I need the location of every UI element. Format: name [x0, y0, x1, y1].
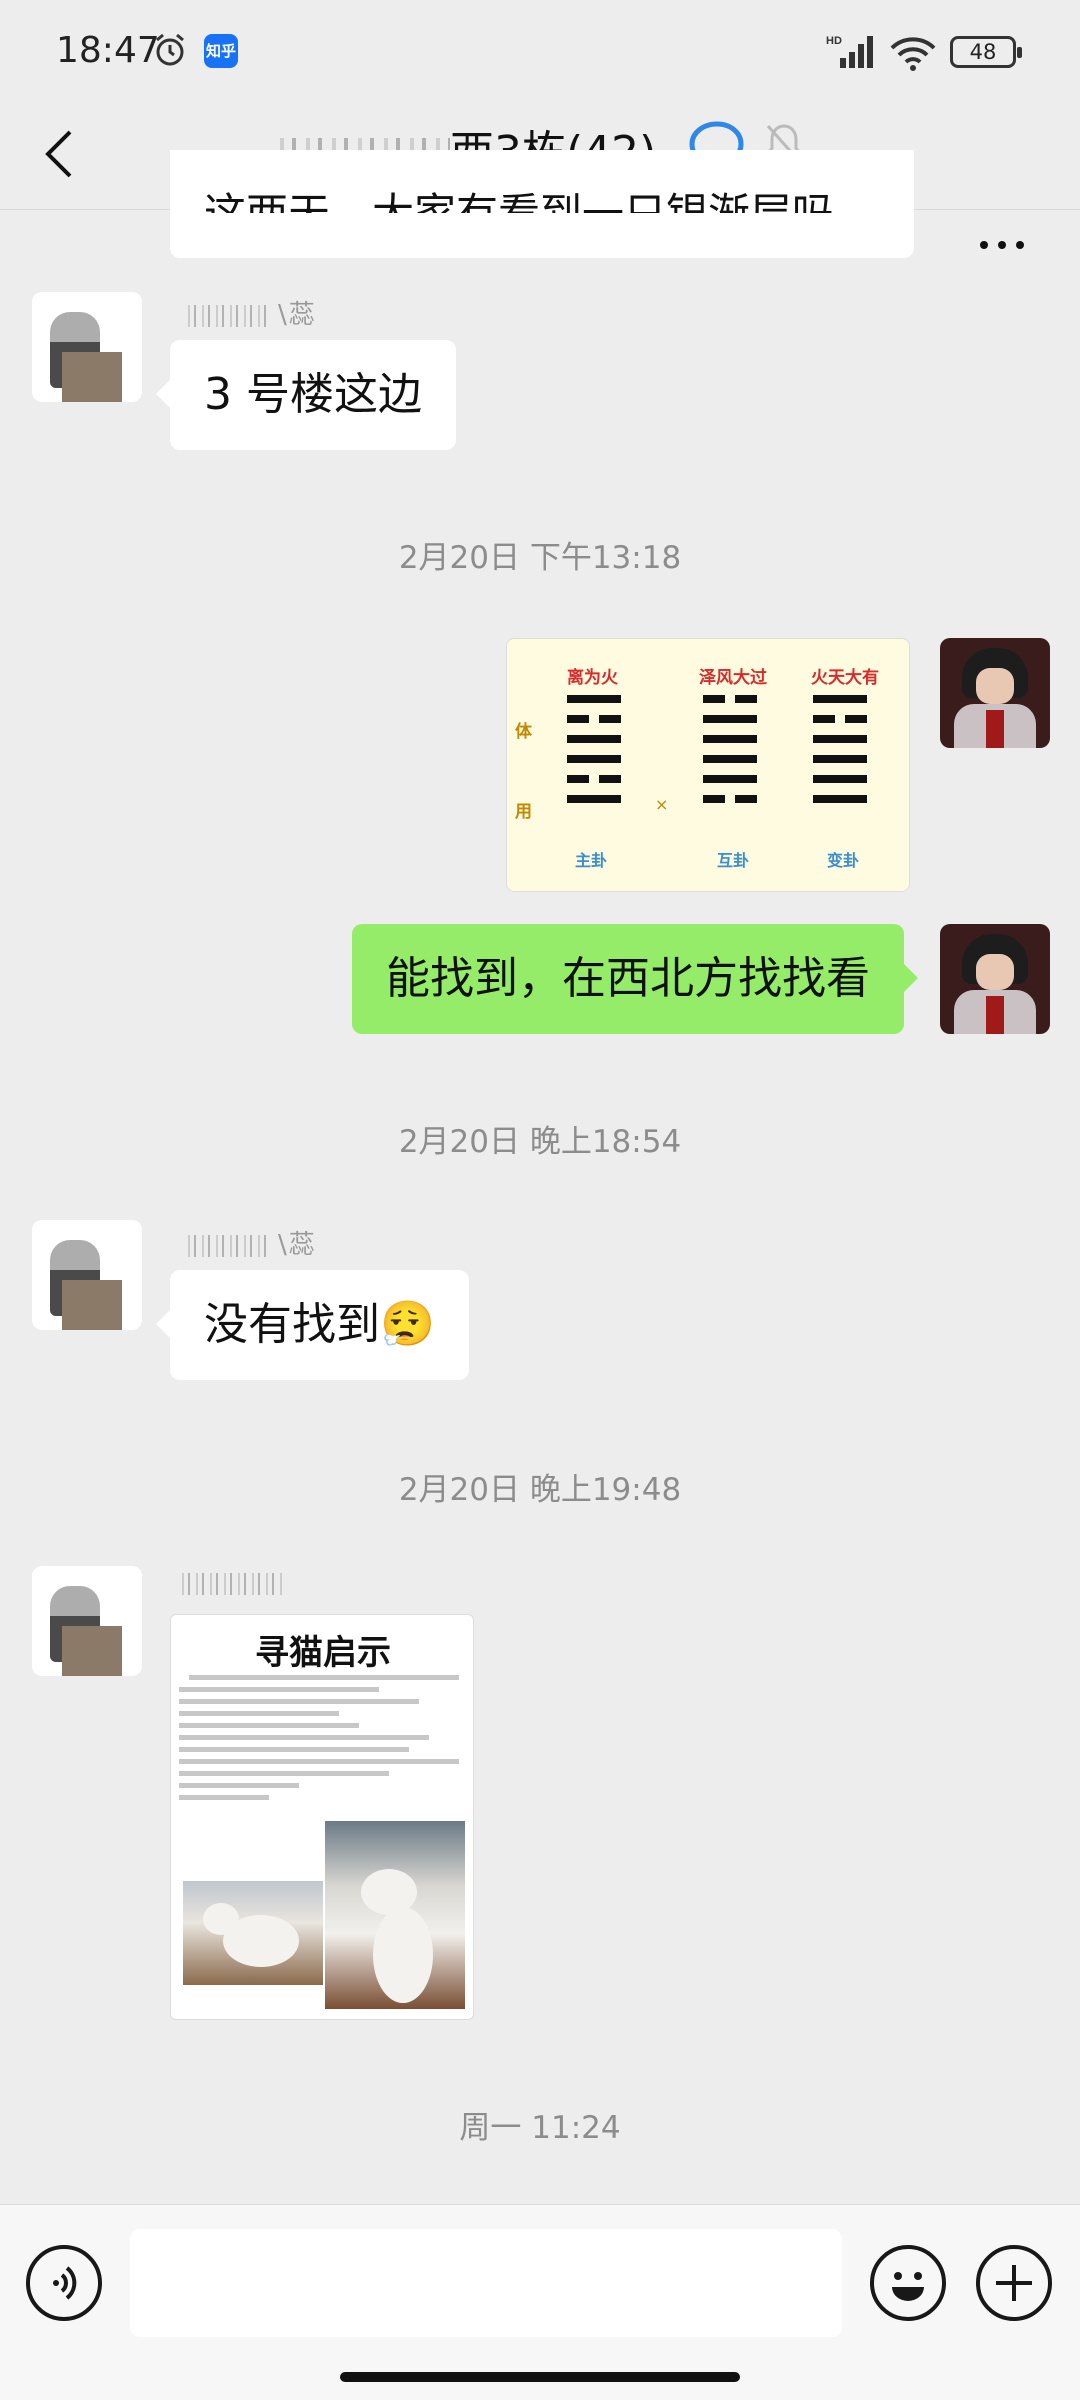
- battery-icon: 48: [950, 36, 1022, 68]
- avatar[interactable]: [940, 638, 1050, 748]
- status-time: 18:47: [56, 30, 160, 71]
- hexagram-side-label: 体: [515, 722, 532, 742]
- sender-nickname: \蕊: [182, 1224, 317, 1261]
- message-input[interactable]: [130, 2229, 842, 2337]
- poster-text-line: [179, 1795, 269, 1800]
- battery-level: 48: [969, 40, 997, 64]
- more-icon: [980, 241, 1024, 249]
- avatar[interactable]: [32, 292, 142, 402]
- voice-input-button[interactable]: [26, 2245, 102, 2321]
- poster-text-line: [189, 1675, 459, 1680]
- message-bubble[interactable]: 没有找到😮‍💨: [156, 1270, 469, 1380]
- hexagram-line: [813, 795, 867, 803]
- message-text: 3 号楼这边: [204, 369, 422, 420]
- hexagram-line: [703, 695, 757, 703]
- hexagram-line: [567, 775, 621, 783]
- hexagram-line: [813, 775, 867, 783]
- cellular-signal-icon: HD: [826, 35, 873, 68]
- voice-icon: [53, 2266, 77, 2300]
- message-text: 没有找到: [204, 1299, 380, 1350]
- plus-icon: [996, 2265, 1032, 2301]
- hexagram-bottom-label: 变卦: [827, 851, 860, 870]
- message-bubble-sent[interactable]: 能找到，在西北方找找看: [352, 924, 918, 1034]
- timestamp: 2月20日 下午13:18: [398, 540, 682, 576]
- timestamp: 周一 11:24: [459, 2110, 621, 2146]
- hexagram-line: [813, 715, 867, 723]
- avatar[interactable]: [940, 924, 1050, 1034]
- hexagram-line: [567, 715, 621, 723]
- hexagram-line: [703, 795, 757, 803]
- chevron-left-icon[interactable]: [40, 122, 80, 186]
- message-text: 能找到，在西北方找找看: [386, 953, 870, 1004]
- avatar[interactable]: [32, 1220, 142, 1330]
- hexagram-line: [813, 735, 867, 743]
- hexagram-line: [813, 755, 867, 763]
- smiley-icon: [892, 2272, 924, 2301]
- hexagram-line: [567, 735, 621, 743]
- hexagram-line: [703, 755, 757, 763]
- more-options-button[interactable]: [976, 230, 1028, 260]
- wifi-icon: [890, 37, 936, 71]
- emoji-button[interactable]: [870, 2245, 946, 2321]
- lost-cat-poster-image[interactable]: 寻猫启示: [170, 1614, 474, 2020]
- hexagram-bottom-label: 主卦: [575, 851, 608, 870]
- cat-photo: [183, 1881, 323, 1985]
- alarm-icon: [156, 33, 184, 66]
- hexagram-image[interactable]: 离为火 泽风大过 火天大有 体 用 × 主卦 互卦 变卦: [506, 638, 910, 892]
- hexagram-line: [567, 795, 621, 803]
- poster-text-line: [179, 1699, 419, 1704]
- hexagram-label: 泽风大过: [699, 668, 767, 688]
- hexagram-label: 离为火: [567, 668, 618, 688]
- hexagram-side-label: 用: [515, 802, 532, 822]
- sender-nickname: \蕊: [182, 294, 317, 331]
- sigh-emoji-icon: 😮‍💨: [380, 1299, 435, 1350]
- hexagram-label: 火天大有: [811, 668, 879, 688]
- hexagram-line: [703, 735, 757, 743]
- hexagram-bottom-label: 互卦: [717, 851, 750, 870]
- poster-text-line: [179, 1735, 429, 1740]
- poster-text-line: [179, 1747, 409, 1752]
- hexagram-line: [703, 715, 757, 723]
- timestamp: 2月20日 晚上18:54: [398, 1124, 682, 1160]
- cat-photo: [325, 1821, 465, 2009]
- message-bubble[interactable]: 3 号楼这边: [156, 340, 456, 450]
- timestamp: 2月20日 晚上19:48: [398, 1472, 682, 1508]
- poster-title: 寻猫启示: [255, 1633, 391, 1673]
- partial-message-text: 这两天，大家有看到一只银渐层吗: [204, 189, 835, 238]
- zhihu-app-icon: 知乎: [204, 34, 238, 68]
- hexagram-line: [703, 775, 757, 783]
- avatar[interactable]: [32, 1566, 142, 1676]
- poster-text-line: [179, 1771, 389, 1776]
- svg-text:HD: HD: [826, 35, 842, 47]
- sender-nickname-redacted: [176, 1568, 292, 1598]
- hexagram-cross: ×: [655, 795, 669, 814]
- hexagram-line: [813, 695, 867, 703]
- poster-text-line: [179, 1759, 459, 1764]
- home-indicator[interactable]: [340, 2372, 740, 2382]
- poster-text-line: [179, 1711, 339, 1716]
- more-functions-button[interactable]: [976, 2245, 1052, 2321]
- message-bubble-partial: 这两天，大家有看到一只银渐层吗: [170, 150, 914, 258]
- hexagram-line: [567, 755, 621, 763]
- poster-text-line: [179, 1783, 299, 1788]
- poster-text-line: [179, 1687, 379, 1692]
- hexagram-line: [567, 695, 621, 703]
- status-bar: 18:47 知乎 HD 48: [0, 0, 1080, 100]
- poster-text-line: [179, 1723, 359, 1728]
- input-bar: [0, 2204, 1080, 2400]
